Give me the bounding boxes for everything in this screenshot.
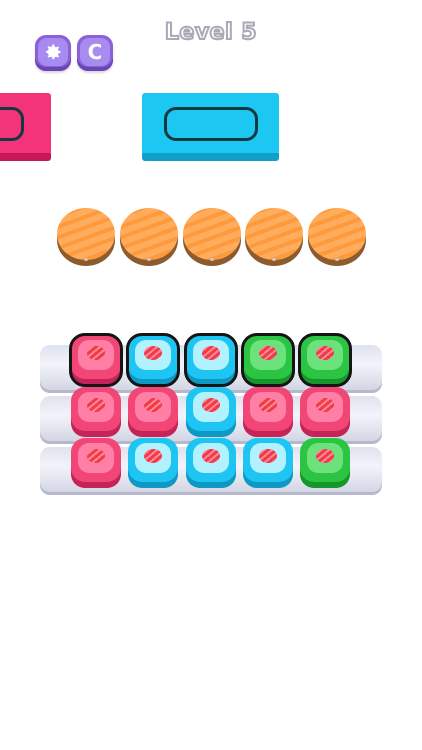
holding-plate[interactable] bbox=[120, 208, 178, 266]
sushi-green[interactable] bbox=[241, 333, 295, 387]
sushi-blue[interactable] bbox=[186, 438, 236, 488]
sushi-blue[interactable] bbox=[186, 387, 236, 437]
sushi-green[interactable] bbox=[300, 438, 350, 488]
holding-plate[interactable] bbox=[57, 208, 115, 266]
sushi-pink[interactable] bbox=[300, 387, 350, 437]
sushi-pink[interactable] bbox=[71, 387, 121, 437]
holding-plate[interactable] bbox=[183, 208, 241, 266]
sushi-blue[interactable] bbox=[243, 438, 293, 488]
sushi-pink[interactable] bbox=[69, 333, 123, 387]
target-box-blue bbox=[142, 93, 279, 161]
sushi-green[interactable] bbox=[298, 333, 352, 387]
sushi-blue[interactable] bbox=[184, 333, 238, 387]
box-slots bbox=[164, 107, 258, 141]
target-box-pink bbox=[0, 93, 51, 161]
sushi-pink[interactable] bbox=[71, 438, 121, 488]
sushi-pink[interactable] bbox=[128, 387, 178, 437]
holding-plate[interactable] bbox=[308, 208, 366, 266]
holding-plate[interactable] bbox=[245, 208, 303, 266]
sushi-blue[interactable] bbox=[126, 333, 180, 387]
sushi-blue[interactable] bbox=[128, 438, 178, 488]
level-title: Level 5 bbox=[164, 19, 258, 46]
box-slot bbox=[0, 107, 24, 141]
sushi-pink[interactable] bbox=[243, 387, 293, 437]
